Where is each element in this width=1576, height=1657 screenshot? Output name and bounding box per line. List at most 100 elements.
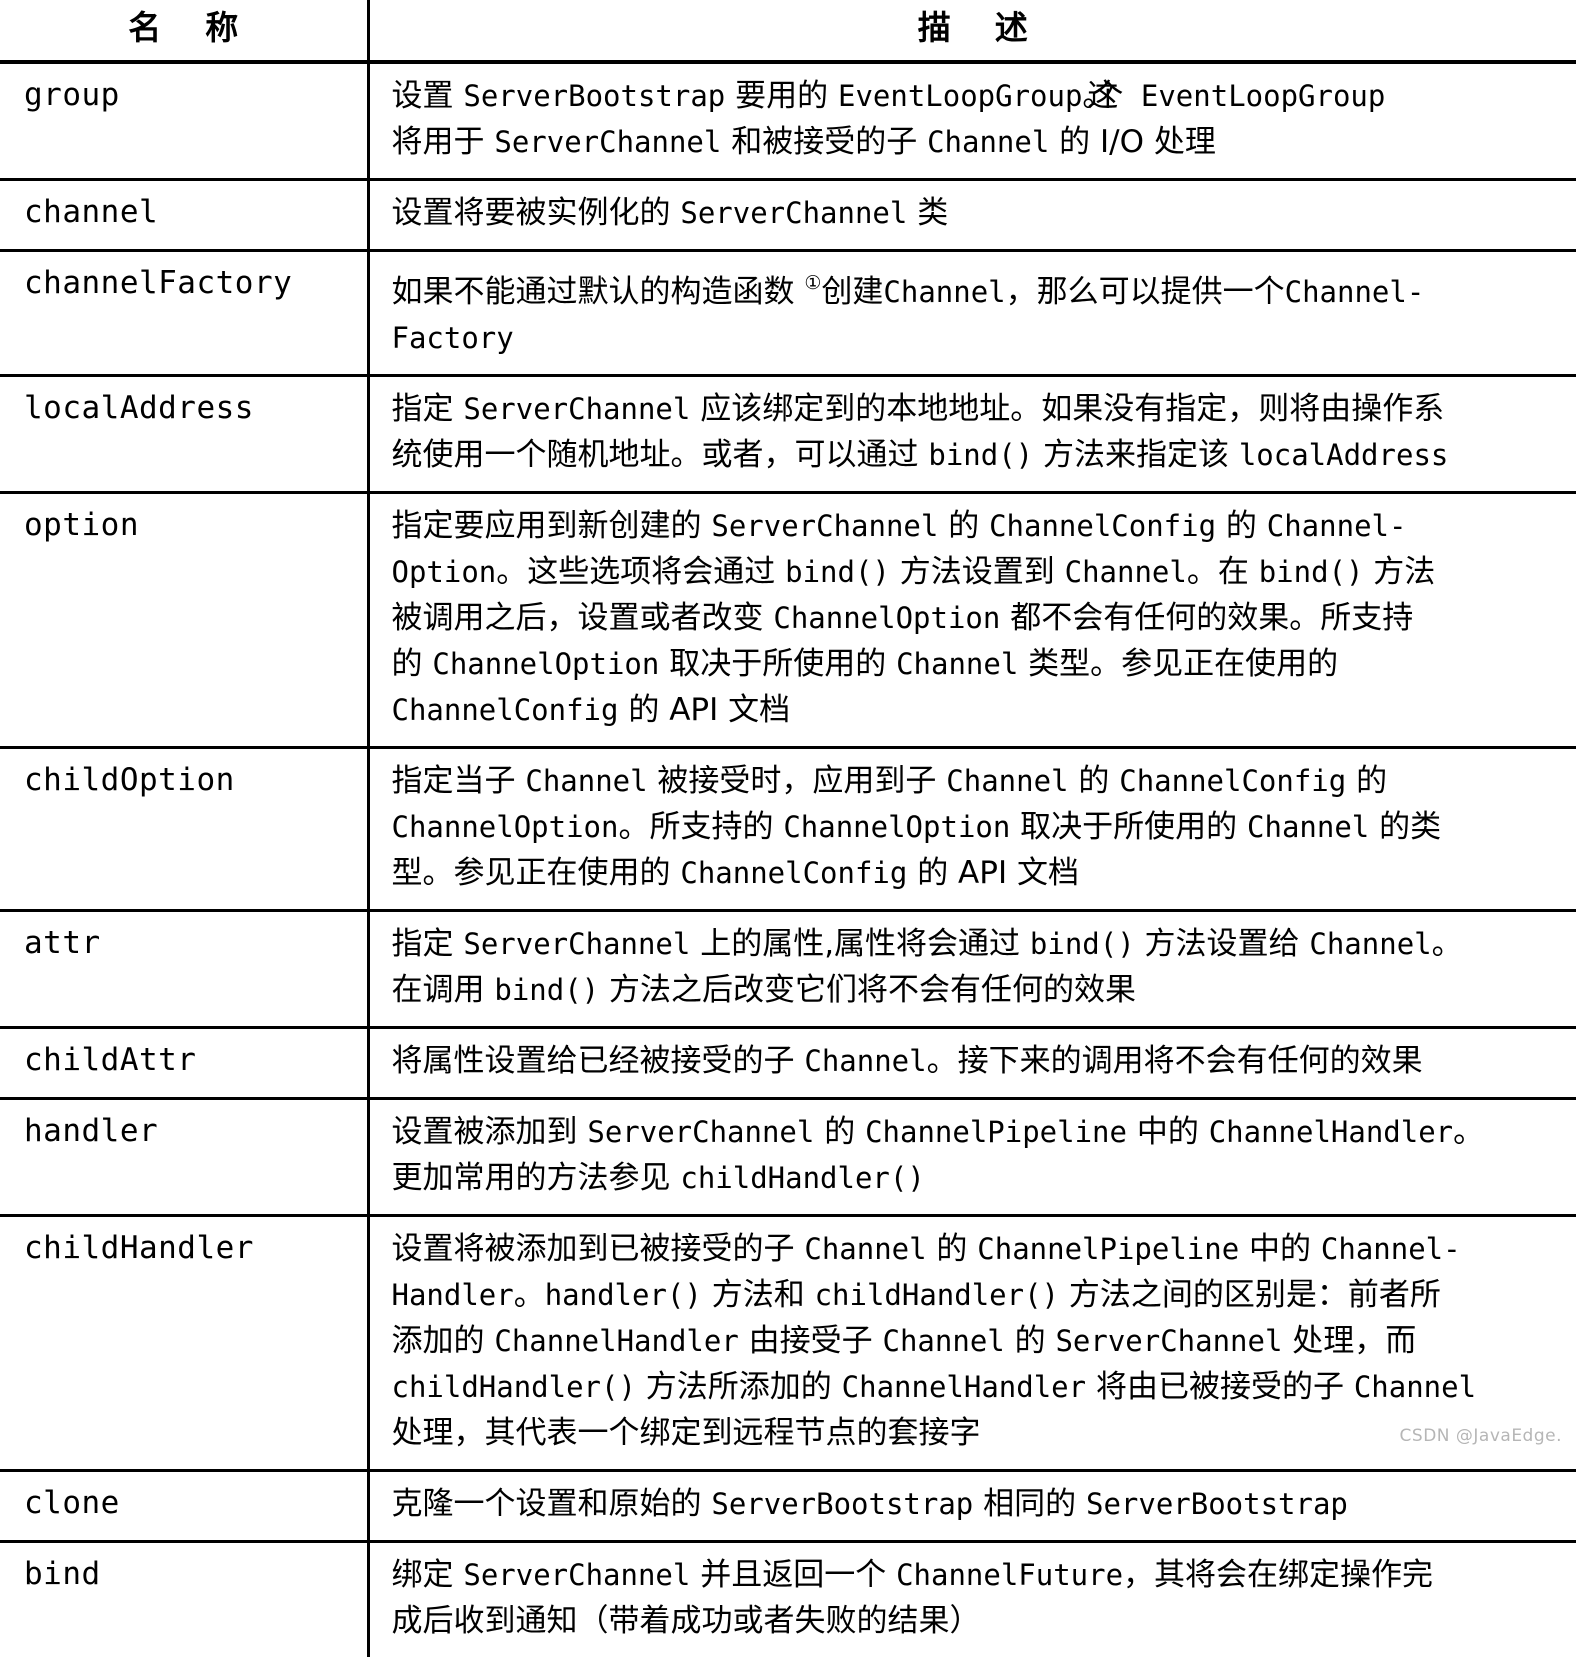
text-run: 添加的	[392, 1323, 495, 1359]
description-line: 更加常用的方法参见 childHandler()	[392, 1155, 1567, 1201]
description-line: 如果不能通过默认的构造函数 ①创建Channel，那么可以提供一个Channel…	[392, 261, 1567, 315]
code-token: ChannelPipeline	[977, 1232, 1239, 1266]
code-token: bind()	[1030, 927, 1135, 961]
text-run: 。	[514, 1277, 545, 1313]
text-run: 的 API 文档	[618, 692, 790, 728]
text-run: 方法之间的区别是：前者所	[1059, 1277, 1441, 1313]
text-run: 被接受时，应用到子	[648, 763, 947, 799]
method-description-cell: 绑定 ServerChannel 并且返回一个 ChannelFuture，其将…	[368, 1542, 1576, 1657]
code-token: ServerBootstrap	[1086, 1487, 1348, 1521]
text-run: 的	[1346, 763, 1387, 799]
table-row: childOption指定当子 Channel 被接受时，应用到子 Channe…	[0, 748, 1576, 911]
code-token: ChannelHandler	[842, 1370, 1086, 1404]
text-run: 应该绑定到的本地地址。如果没有指定，则将由操作系	[690, 391, 1444, 427]
method-description-cell: 设置将被添加到已被接受的子 Channel 的 ChannelPipeline …	[368, 1216, 1576, 1471]
table-row: channelFactory 如果不能通过默认的构造函数 ①创建Channel，那…	[0, 251, 1576, 376]
method-description-cell: 设置被添加到 ServerChannel 的 ChannelPipeline 中…	[368, 1099, 1576, 1216]
code-token: bind()	[494, 973, 599, 1007]
description-line: 指定 ServerChannel 上的属性,属性将会通过 bind() 方法设置…	[392, 921, 1567, 967]
code-token: ServerChannel	[463, 392, 690, 426]
description-line: 设置 ServerBootstrap 要用的 EventLoopGroup。这个…	[392, 73, 1567, 119]
code-token: ServerBootstrap	[463, 79, 725, 113]
description-line: 的 ChannelOption 取决于所使用的 Channel 类型。参见正在使…	[392, 641, 1567, 687]
code-token: ServerBootstrap	[711, 1487, 973, 1521]
text-run: 统使用一个随机地址。或者，可以通过	[392, 437, 929, 473]
text-run: ，其将会在绑定操作完	[1123, 1557, 1433, 1593]
method-name-cell: channelFactory	[0, 251, 368, 376]
code-token: Channel	[1247, 810, 1369, 844]
method-name-cell: channel	[0, 180, 368, 251]
table-row: childHandler设置将被添加到已被接受的子 Channel 的 Chan…	[0, 1216, 1576, 1471]
text-run: 的	[814, 1114, 865, 1150]
description-line: ChannelConfig 的 API 文档	[392, 687, 1567, 733]
column-header-name-text-2: 称	[205, 8, 238, 47]
description-line: 绑定 ServerChannel 并且返回一个 ChannelFuture，其将…	[392, 1552, 1567, 1598]
code-token: ChannelConfig	[680, 856, 907, 890]
text-run: 方法设置到	[890, 554, 1065, 590]
code-token: childHandler()	[680, 1161, 924, 1195]
text-run: 。这个	[1082, 78, 1097, 114]
description-line: 指定 ServerChannel 应该绑定到的本地地址。如果没有指定，则将由操作…	[392, 386, 1567, 432]
code-token: bind()	[928, 438, 1033, 472]
table-row: localAddress指定 ServerChannel 应该绑定到的本地地址。…	[0, 376, 1576, 493]
method-description-cell: 指定 ServerChannel 上的属性,属性将会通过 bind() 方法设置…	[368, 911, 1576, 1028]
text-run: 设置将被添加到已被接受的子	[392, 1231, 805, 1267]
text-run: 将属性设置给已经被接受的子	[392, 1043, 805, 1079]
method-description-cell: 克隆一个设置和原始的 ServerBootstrap 相同的 ServerBoo…	[368, 1471, 1576, 1542]
description-line: Factory	[392, 315, 1567, 361]
method-name: attr	[24, 925, 101, 961]
code-token: Channel-	[1267, 509, 1407, 543]
text-run: 处理，其代表一个绑定到远程节点的套接字	[392, 1415, 981, 1451]
code-token: Channel	[1354, 1370, 1476, 1404]
text-run: 成后收到通知（带着成功或者失败的结果）	[392, 1603, 981, 1639]
text-run: 。接下来的调用将不会有任何的效果	[927, 1043, 1423, 1079]
method-name: clone	[24, 1485, 120, 1521]
code-token	[1123, 79, 1140, 113]
text-run: 。	[1453, 1114, 1484, 1150]
text-run: 的	[927, 1231, 978, 1267]
code-token: Option	[392, 555, 497, 589]
text-run: ，那么可以提供一个	[1006, 274, 1285, 310]
table-row: group 设置 ServerBootstrap 要用的 EventLoopGro…	[0, 62, 1576, 180]
code-token: childHandler()	[815, 1278, 1059, 1312]
column-header-description: 描述	[368, 0, 1576, 62]
text-run: 方法之后改变它们将不会有任何的效果	[599, 972, 1136, 1008]
watermark: CSDN @JavaEdge.	[1400, 1426, 1562, 1446]
serverbootstrap-methods-table: 名称 描述 group设置 ServerBootstrap 要用的 EventL…	[0, 0, 1576, 1657]
text-run: 上的属性,属性将会通过	[690, 926, 1030, 962]
code-token: Channel	[525, 764, 647, 798]
method-name-cell: option	[0, 493, 368, 748]
text-run: 中的	[1239, 1231, 1321, 1267]
text-run: 的	[1216, 508, 1267, 544]
text-run: 的	[1069, 763, 1120, 799]
method-description-cell: 指定 ServerChannel 应该绑定到的本地地址。如果没有指定，则将由操作…	[368, 376, 1576, 493]
footnote-marker: ①	[804, 272, 821, 294]
description-line: 添加的 ChannelHandler 由接受子 Channel 的 Server…	[392, 1318, 1567, 1364]
method-description-cell: 设置将要被实例化的 ServerChannel 类	[368, 180, 1576, 251]
code-token: bind()	[1259, 555, 1364, 589]
method-name-cell: childOption	[0, 748, 368, 911]
description-line: 将属性设置给已经被接受的子 Channel。接下来的调用将不会有任何的效果	[392, 1038, 1567, 1084]
text-run: 。所支持的	[618, 809, 783, 845]
description-line: 指定要应用到新创建的 ServerChannel 的 ChannelConfig…	[392, 503, 1567, 549]
description-line: Option。这些选项将会通过 bind() 方法设置到 Channel。在 b…	[392, 549, 1567, 595]
table-row: channel设置将要被实例化的 ServerChannel 类	[0, 180, 1576, 251]
method-description-cell: 指定当子 Channel 被接受时，应用到子 Channel 的 Channel…	[368, 748, 1576, 911]
method-name: group	[24, 77, 120, 113]
text-run: 要用的	[725, 78, 838, 114]
code-token: Channel-	[1321, 1232, 1461, 1266]
description-line: 处理，其代表一个绑定到远程节点的套接字	[392, 1410, 1567, 1456]
text-run: 设置	[392, 78, 464, 114]
method-name-cell: clone	[0, 1471, 368, 1542]
code-token: Channel	[804, 1044, 926, 1078]
column-header-description-text-1: 描	[918, 8, 951, 47]
code-token: ChannelConfig	[989, 509, 1216, 543]
code-token: ServerChannel	[463, 1558, 690, 1592]
method-description-cell: 如果不能通过默认的构造函数 ①创建Channel，那么可以提供一个Channel…	[368, 251, 1576, 376]
text-run: 的	[1005, 1323, 1056, 1359]
code-token: ServerChannel	[1055, 1324, 1282, 1358]
code-token: Channel	[927, 125, 1049, 159]
description-line: 设置将被添加到已被接受的子 Channel 的 ChannelPipeline …	[392, 1226, 1567, 1272]
code-token: ServerChannel	[587, 1115, 814, 1149]
code-token: childHandler()	[392, 1370, 636, 1404]
